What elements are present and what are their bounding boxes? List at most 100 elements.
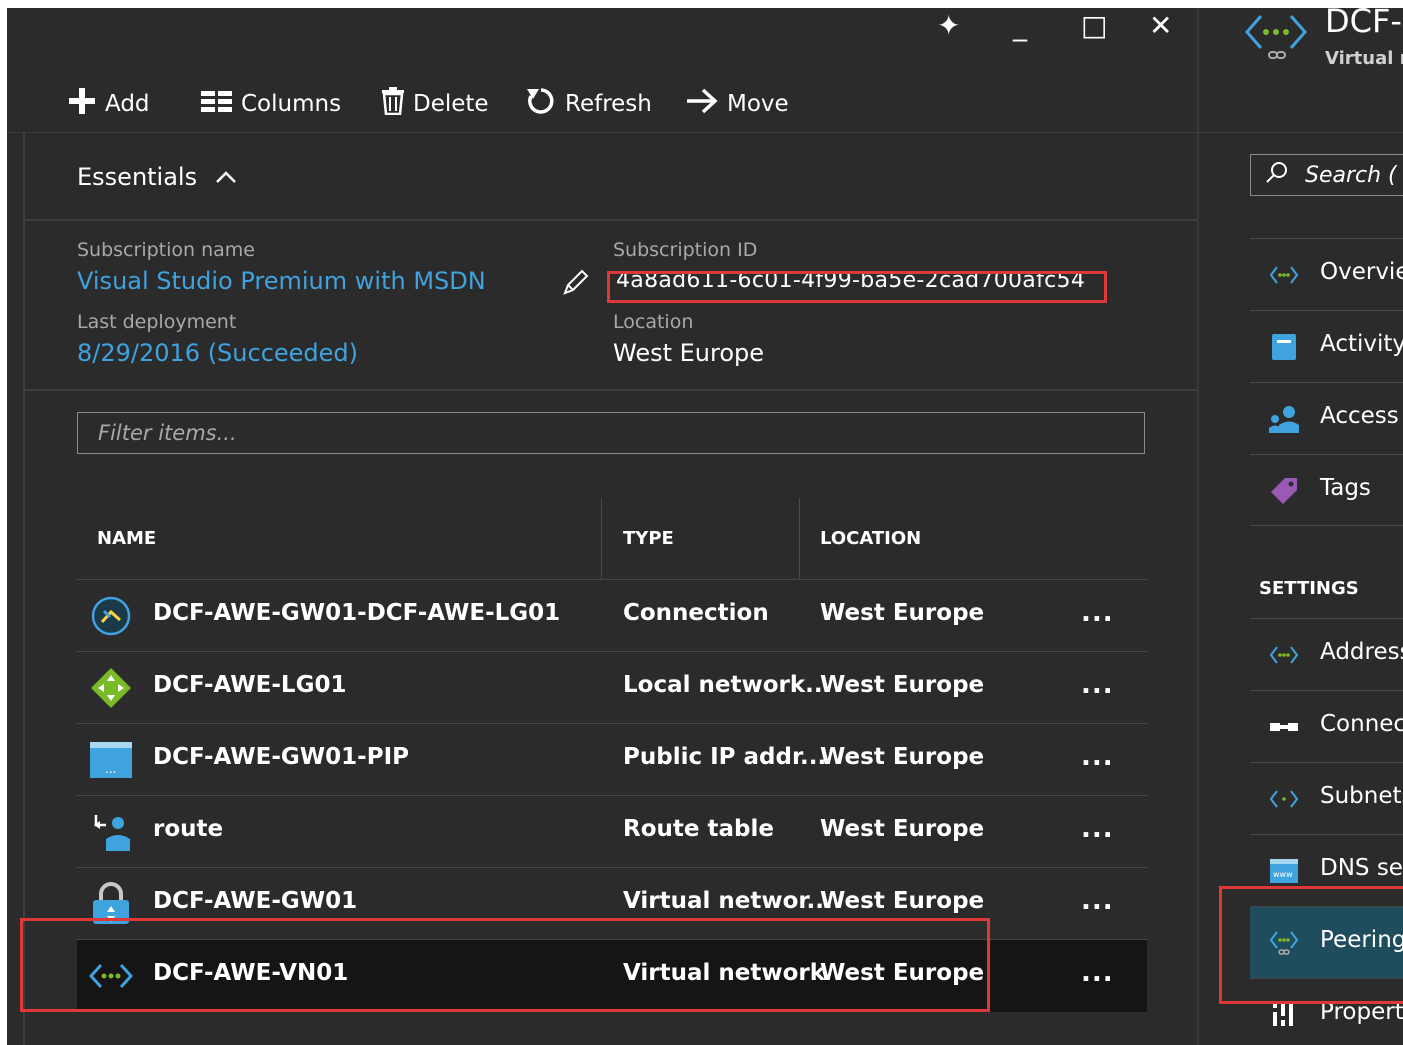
move-button[interactable]: Move [685, 86, 789, 122]
row-name: DCF-AWE-GW01-DCF-AWE-LG01 [153, 600, 561, 626]
move-label: Move [727, 91, 789, 117]
table-row[interactable]: DCF-AWE-GW01-DCF-AWE-LG01 Connection Wes… [77, 579, 1147, 652]
location-label: Location [613, 311, 694, 333]
nav-item-overview[interactable]: Overview [1250, 238, 1403, 310]
nav-label: DNS ser [1320, 855, 1403, 881]
nav-item-subnets[interactable]: Subnets [1250, 762, 1403, 834]
columns-button[interactable]: Columns [201, 86, 341, 122]
delete-button[interactable]: Delete [381, 86, 489, 122]
table-row[interactable]: DCF-AWE-LG01 Local network... West Europ… [77, 651, 1147, 724]
column-header-location[interactable]: LOCATION [820, 528, 921, 549]
tag-icon [1268, 475, 1300, 507]
nav-item-access-control[interactable]: Access c [1250, 382, 1403, 454]
columns-icon [201, 89, 233, 119]
subnets-icon [1268, 783, 1300, 815]
toolbar-divider [1199, 132, 1403, 133]
activity-log-icon [1268, 331, 1300, 363]
add-label: Add [105, 91, 150, 117]
subscription-id-redacted-box: 4a8ad611-6c01-4f99-ba5e-2cad700afc54 [607, 271, 1107, 303]
more-options-button[interactable]: ... [1081, 958, 1114, 988]
row-location: West Europe [820, 816, 985, 842]
svg-text:www: www [1273, 870, 1293, 879]
more-options-button[interactable]: ... [1081, 598, 1114, 628]
table-row[interactable]: ... DCF-AWE-GW01-PIP Public IP addr... W… [77, 723, 1147, 796]
refresh-button[interactable]: Refresh [525, 86, 652, 122]
menu-search[interactable] [1250, 154, 1403, 196]
subscription-name-label: Subscription name [77, 239, 255, 261]
column-header-name[interactable]: NAME [97, 528, 156, 549]
nav-label: Address [1320, 639, 1403, 665]
row-location: West Europe [820, 744, 985, 770]
blade-title: DCF- [1325, 8, 1402, 40]
column-header-type[interactable]: TYPE [623, 528, 674, 549]
nav-item-activity-log[interactable]: Activity [1250, 310, 1403, 382]
row-name: DCF-AWE-LG01 [153, 672, 347, 698]
more-options-button[interactable]: ... [1081, 814, 1114, 844]
address-space-icon [1268, 639, 1300, 671]
route-table-icon [89, 810, 133, 854]
nav-label: Tags [1320, 475, 1371, 501]
annotation-highlight-peerings [1219, 886, 1403, 1004]
settings-section-header: SETTINGS [1259, 578, 1359, 599]
columns-label: Columns [241, 91, 342, 117]
table-row[interactable]: route Route table West Europe ... [77, 795, 1147, 868]
dns-servers-icon: www [1268, 855, 1300, 887]
nav-item-tags[interactable]: Tags [1250, 454, 1403, 526]
close-icon[interactable]: ✕ [1149, 12, 1172, 40]
plus-icon [67, 86, 97, 122]
add-button[interactable]: Add [67, 86, 150, 122]
delete-label: Delete [413, 91, 489, 117]
public-ip-icon: ... [89, 738, 133, 782]
more-options-button[interactable]: ... [1081, 742, 1114, 772]
subscription-id-label: Subscription ID [613, 239, 758, 261]
location-value: West Europe [613, 339, 765, 367]
last-deployment-link[interactable]: 8/29/2016 (Succeeded) [77, 339, 358, 367]
maximize-icon[interactable]: □ [1081, 12, 1107, 40]
chevron-up-icon [215, 165, 237, 190]
row-type: Public IP addr... [623, 744, 827, 770]
essentials-toggle[interactable]: Essentials [77, 163, 237, 191]
row-location: West Europe [820, 888, 985, 914]
column-divider [601, 498, 602, 579]
row-name: DCF-AWE-GW01 [153, 888, 358, 914]
annotation-highlight-row [20, 918, 990, 1012]
subscription-id-value: 4a8ad611-6c01-4f99-ba5e-2cad700afc54 [616, 271, 1086, 293]
nav-item-address-space[interactable]: Address [1250, 618, 1403, 690]
minimize-icon[interactable]: _ [1013, 12, 1027, 40]
blade-content: Essentials Subscription name Visual Stud… [23, 133, 1199, 1045]
connection-icon [89, 594, 133, 638]
search-icon [1265, 160, 1289, 190]
more-options-button[interactable]: ... [1081, 886, 1114, 916]
connected-devices-icon [1268, 711, 1300, 743]
essentials-bottom-divider [25, 389, 1199, 391]
nav-label: Overview [1320, 259, 1403, 285]
virtual-network-icon [1243, 12, 1309, 66]
nav-label: Subnets [1320, 783, 1403, 809]
blade-subtitle: Virtual n [1325, 48, 1403, 69]
menu-search-input[interactable] [1303, 161, 1403, 189]
nav-item-connected-devices[interactable]: Connect [1250, 690, 1403, 762]
nav-label: Connect [1320, 711, 1403, 737]
more-options-button[interactable]: ... [1081, 670, 1114, 700]
edit-pencil-icon[interactable] [561, 269, 589, 301]
column-divider [799, 498, 800, 579]
row-location: West Europe [820, 672, 985, 698]
resource-group-blade: ✦ _ □ ✕ Add Columns Delete Refresh Move … [7, 8, 1199, 1045]
pin-icon[interactable]: ✦ [937, 12, 960, 40]
arrow-right-icon [685, 87, 719, 121]
nav-divider [1250, 525, 1403, 526]
refresh-icon [525, 85, 557, 123]
row-type: Route table [623, 816, 774, 842]
nav-label: Access c [1320, 403, 1403, 429]
essentials-header: Essentials [77, 163, 198, 191]
svg-text:...: ... [105, 762, 116, 776]
subscription-name-link[interactable]: Visual Studio Premium with MSDN [77, 267, 486, 295]
row-type: Local network... [623, 672, 832, 698]
row-type: Virtual networ... [623, 888, 833, 914]
filter-input[interactable] [77, 412, 1145, 454]
trash-icon [381, 87, 405, 121]
row-location: West Europe [820, 600, 985, 626]
row-type: Connection [623, 600, 769, 626]
last-deployment-label: Last deployment [77, 311, 237, 333]
access-control-icon [1268, 403, 1300, 435]
